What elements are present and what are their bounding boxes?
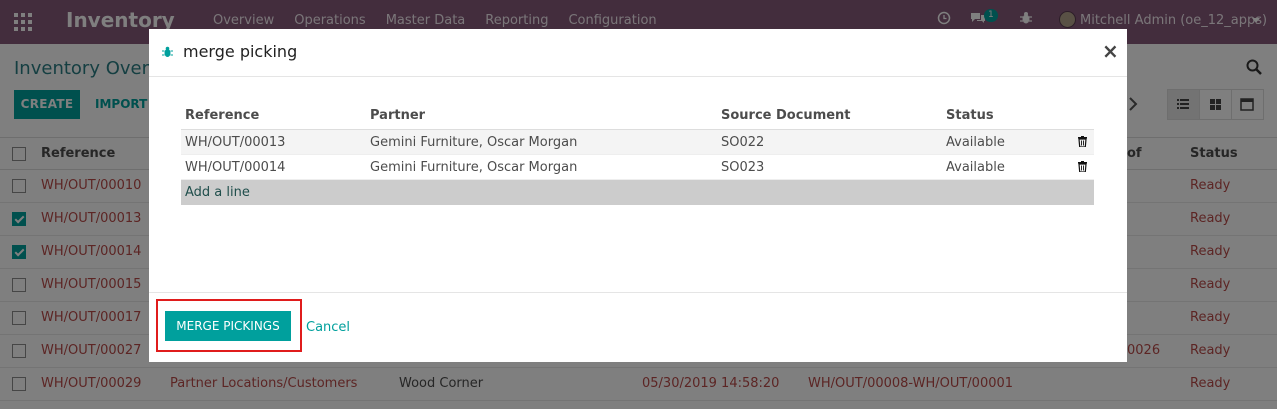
table-row[interactable]: WH/OUT/00013 Gemini Furniture, Oscar Mor… [181,130,1094,155]
pickings-table: Reference Partner Source Document Status… [181,104,1094,205]
cell-partner: Gemini Furniture, Oscar Morgan [370,135,578,150]
col-status: Status [946,108,994,123]
table-row[interactable]: WH/OUT/00014 Gemini Furniture, Oscar Mor… [181,155,1094,180]
cell-reference: WH/OUT/00014 [185,160,286,175]
cell-source-document: SO023 [721,160,765,175]
col-reference: Reference [185,108,260,123]
cell-source-document: SO022 [721,135,765,150]
dialog-title: merge picking [183,42,298,61]
add-line-link[interactable]: Add a line [185,185,250,200]
col-partner: Partner [370,108,426,123]
trash-icon[interactable] [1078,136,1087,148]
add-line-row[interactable]: Add a line [181,180,1094,205]
cell-reference: WH/OUT/00013 [185,135,286,150]
cell-status: Available [946,135,1005,150]
dialog-footer: MERGE PICKINGS Cancel [149,292,1127,362]
debug-bug-icon[interactable] [162,46,173,58]
trash-icon[interactable] [1078,161,1087,173]
cancel-button[interactable]: Cancel [306,320,350,335]
merge-pickings-button[interactable]: MERGE PICKINGS [165,311,291,341]
close-icon[interactable]: × [1102,39,1119,63]
table-header: Reference Partner Source Document Status [181,104,1094,130]
col-source-document: Source Document [721,108,851,123]
cell-status: Available [946,160,1005,175]
dialog-header: merge picking × [149,29,1127,77]
merge-picking-dialog: merge picking × Reference Partner Source… [149,29,1127,362]
cell-partner: Gemini Furniture, Oscar Morgan [370,160,578,175]
